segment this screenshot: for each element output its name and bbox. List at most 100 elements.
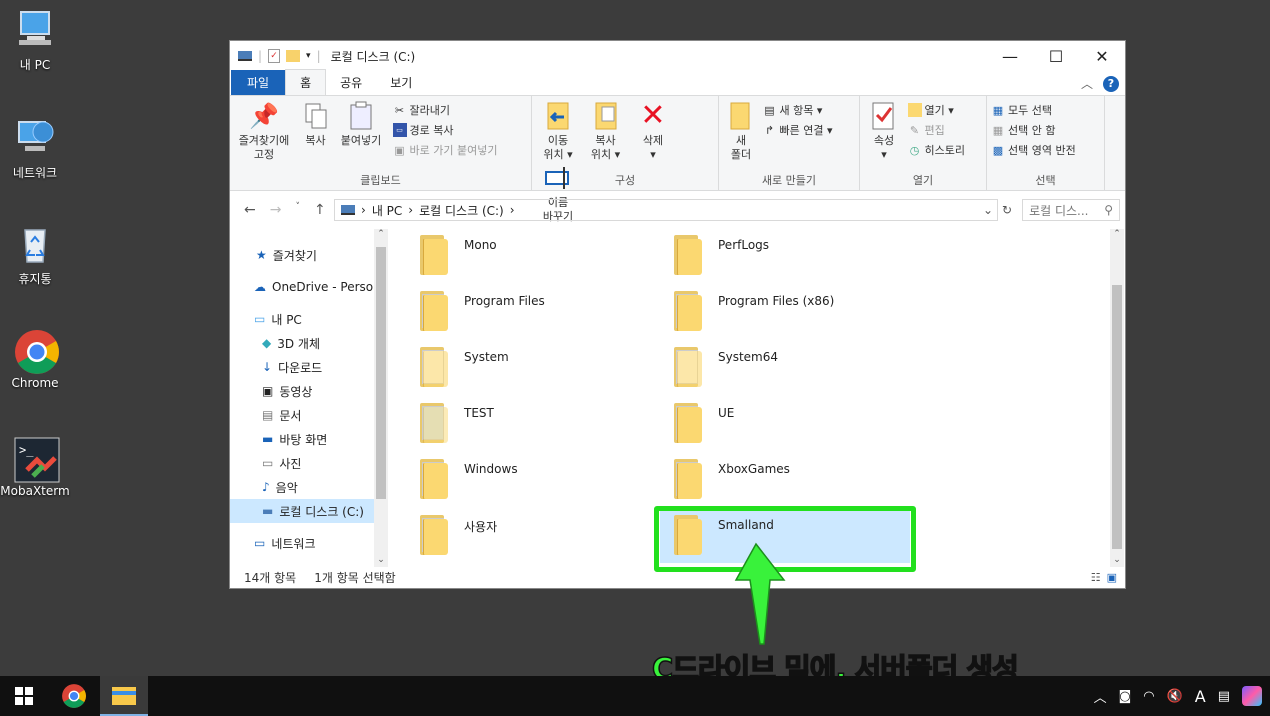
nav-item-videos[interactable]: ▣ 동영상 (230, 379, 388, 403)
nav-item-local-disk[interactable]: ▬ 로컬 디스크 (C:) (230, 499, 388, 523)
edit-button[interactable]: ✎ 편집 (908, 122, 965, 138)
breadcrumb-local-disk[interactable]: 로컬 디스크 (C:) (419, 202, 504, 219)
notification-icon[interactable]: ▤ (1218, 689, 1230, 704)
open-button[interactable]: 열기 ▾ (907, 102, 965, 118)
scrollbar-thumb[interactable] (376, 247, 386, 499)
minimize-button[interactable]: — (987, 41, 1033, 71)
scroll-down-icon[interactable]: ⌄ (1110, 555, 1124, 565)
tab-view[interactable]: 보기 (376, 70, 426, 95)
document-icon: ▤ (262, 408, 274, 422)
copy-path-button[interactable]: ▭ 경로 복사 (392, 122, 498, 138)
new-folder-button[interactable]: 새 폴더 (723, 100, 759, 162)
delete-icon: ✕ (640, 98, 666, 133)
new-item-button[interactable]: ▤ 새 항목 ▾ (763, 102, 833, 118)
select-none-button[interactable]: ▦ 선택 안 함 (991, 122, 1076, 138)
pin-to-quick-access-button[interactable]: 📌 즐겨찾기에 고정 (234, 100, 294, 162)
folder-item[interactable]: Program Files (x86) (672, 291, 922, 343)
volume-muted-icon[interactable]: 🔇 (1167, 689, 1183, 704)
desktop-icon-mobaxterm[interactable]: >_ MobaXterm (0, 436, 70, 498)
back-arrow-icon[interactable]: ← (244, 202, 256, 218)
desktop-icon-this-pc[interactable]: 내 PC (0, 8, 70, 73)
paste-icon (345, 100, 377, 132)
wifi-icon[interactable]: ◠ (1143, 689, 1154, 704)
easy-access-button[interactable]: ↱ 빠른 연결 ▾ (763, 122, 833, 138)
scrollbar-thumb[interactable] (1112, 285, 1122, 549)
taskbar-chrome[interactable] (50, 676, 98, 716)
annotation-arrow (734, 542, 786, 645)
nav-item-network[interactable]: ▭ 네트워크 (230, 531, 388, 555)
copilot-icon[interactable] (1242, 686, 1262, 706)
folder-item[interactable]: TEST (418, 403, 668, 455)
nav-item-onedrive[interactable]: ☁ OneDrive - Persor (230, 275, 388, 299)
nav-item-3d-objects[interactable]: ◆ 3D 개체 (230, 331, 388, 355)
scroll-up-icon[interactable]: ⌃ (1110, 229, 1124, 239)
search-input[interactable]: 로컬 디스... ⚲ (1022, 199, 1121, 221)
desktop-icon-label: 휴지통 (18, 272, 52, 286)
system-tray: ︿ ◙ ◠ 🔇 A ▤ (1094, 676, 1262, 716)
folder-item[interactable]: Windows (418, 459, 668, 511)
copy-to-button[interactable]: 복사 위치 ▾ (584, 100, 628, 162)
folder-item[interactable]: XboxGames (672, 459, 922, 511)
desktop-icon-network[interactable]: 네트워크 (0, 116, 70, 181)
maximize-button[interactable]: ☐ (1033, 41, 1079, 71)
nav-pane-scrollbar[interactable]: ⌃ ⌄ (374, 229, 388, 567)
nav-item-this-pc[interactable]: ▭ 내 PC (230, 307, 388, 331)
refresh-icon[interactable]: ↻ (1002, 203, 1012, 217)
paste-button[interactable]: 붙여넣기 (337, 100, 385, 148)
desktop-icon-recycle-bin[interactable]: 휴지통 (0, 222, 70, 287)
group-label: 새로 만들기 (761, 174, 817, 187)
cut-button[interactable]: ✂ 잘라내기 (393, 102, 498, 118)
nav-item-music[interactable]: ♪ 음악 (230, 475, 388, 499)
nav-item-quick-access[interactable]: ★ 즐겨찾기 (230, 243, 388, 267)
select-all-button[interactable]: ▦ 모두 선택 (991, 102, 1076, 118)
copy-to-icon (590, 100, 622, 132)
delete-button[interactable]: ✕ 삭제 ▾ (631, 100, 675, 162)
forward-arrow-icon[interactable]: → (270, 202, 282, 218)
folder-item[interactable]: System64 (672, 347, 922, 399)
folder-item[interactable]: Mono (418, 235, 668, 287)
folder-icon (672, 235, 704, 275)
ribbon-tabs: 파일 홈 공유 보기 ︿ ? (230, 69, 1125, 95)
copy-button[interactable]: 복사 (298, 100, 334, 148)
content-scrollbar[interactable]: ⌃ ⌄ (1110, 229, 1124, 567)
tab-share[interactable]: 공유 (326, 70, 376, 95)
meet-now-icon[interactable]: ◙ (1119, 689, 1132, 704)
recent-dropdown-icon[interactable]: ˅ (295, 202, 300, 218)
nav-item-pictures[interactable]: ▭ 사진 (230, 451, 388, 475)
nav-item-downloads[interactable]: ↓ 다운로드 (230, 355, 388, 379)
input-language-indicator[interactable]: A (1195, 687, 1206, 706)
large-icons-view-icon[interactable]: ▣ (1107, 571, 1117, 584)
tab-home[interactable]: 홈 (285, 69, 327, 95)
tab-file[interactable]: 파일 (231, 70, 286, 95)
nav-item-desktop[interactable]: ▬ 바탕 화면 (230, 427, 388, 451)
paste-shortcut-button[interactable]: ▣ 바로 가기 붙여넣기 (393, 142, 497, 158)
close-button[interactable]: ✕ (1079, 41, 1125, 71)
move-to-button[interactable]: 이동 위치 ▾ (536, 100, 580, 162)
folder-item[interactable]: System (418, 347, 668, 399)
desktop-icon-chrome[interactable]: Chrome (0, 328, 70, 390)
collapse-ribbon-icon[interactable]: ︿ (1081, 75, 1093, 92)
new-folder-quick-icon[interactable] (286, 50, 301, 62)
breadcrumb-this-pc[interactable]: 내 PC (372, 202, 402, 219)
folder-item[interactable]: Program Files (418, 291, 668, 343)
up-arrow-icon[interactable]: ↑ (314, 202, 326, 218)
properties-quick-icon[interactable]: ✓ (268, 49, 281, 63)
scroll-up-icon[interactable]: ⌃ (374, 229, 388, 239)
properties-button[interactable]: 속성 ▾ (864, 100, 904, 162)
scroll-down-icon[interactable]: ⌄ (374, 555, 388, 565)
ribbon-group-organize: 이동 위치 ▾ 복사 위치 ▾ ✕ 삭제 ▾ 이름 바꾸기 구성 (532, 96, 719, 223)
start-button[interactable] (0, 676, 48, 716)
taskbar-file-explorer[interactable] (100, 676, 148, 716)
invert-selection-button[interactable]: ▩ 선택 영역 반전 (991, 142, 1076, 158)
customize-quick-access-icon[interactable]: ▾ (306, 51, 311, 61)
address-dropdown-icon[interactable]: ⌄ (983, 203, 993, 217)
history-button[interactable]: ◷ 히스토리 (908, 142, 965, 158)
show-hidden-icons-icon[interactable]: ︿ (1094, 687, 1107, 706)
folder-item[interactable]: 사용자 (418, 515, 668, 567)
folder-item[interactable]: UE (672, 403, 922, 455)
details-view-icon[interactable]: ☷ (1091, 571, 1101, 584)
address-bar[interactable]: › 내 PC › 로컬 디스크 (C:) › ⌄ (334, 199, 998, 221)
folder-item[interactable]: PerfLogs (672, 235, 922, 287)
nav-item-documents[interactable]: ▤ 문서 (230, 403, 388, 427)
help-icon[interactable]: ? (1103, 75, 1119, 92)
